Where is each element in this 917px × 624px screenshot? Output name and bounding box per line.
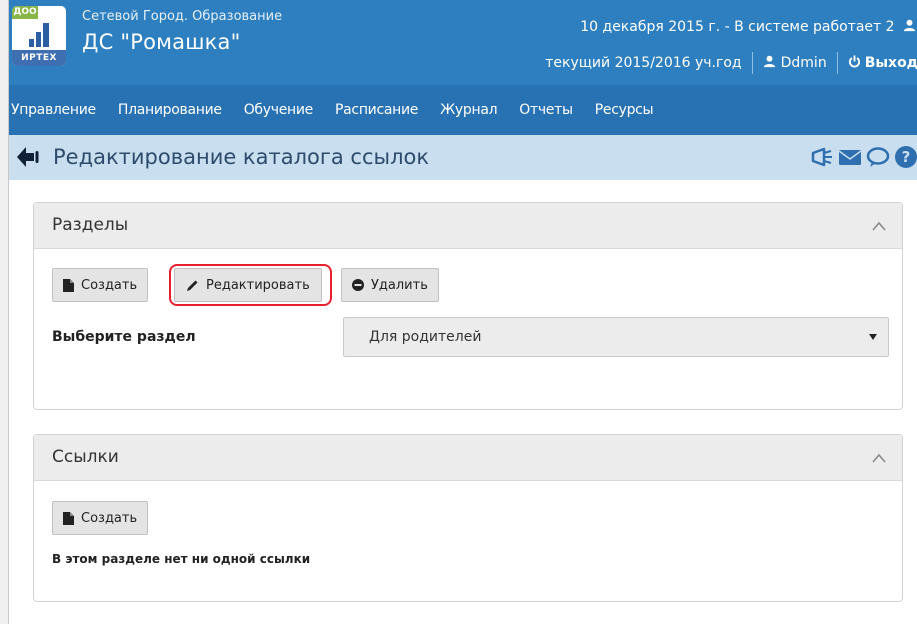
chevron-up-icon[interactable] bbox=[871, 219, 887, 233]
divider bbox=[836, 52, 838, 74]
create-section-button[interactable]: Создать bbox=[52, 268, 149, 302]
create-link-button[interactable]: Создать bbox=[52, 501, 149, 535]
sections-panel-header[interactable]: Разделы bbox=[34, 203, 902, 249]
section-select[interactable]: Для родителей bbox=[343, 317, 889, 357]
minus-circle-icon bbox=[352, 279, 364, 291]
logo-wordmark: ИРТЕХ bbox=[12, 50, 66, 66]
menu-item-learning[interactable]: Обучение bbox=[244, 102, 314, 118]
academic-year[interactable]: текущий 2015/2016 уч.год bbox=[545, 55, 741, 71]
svg-text:?: ? bbox=[902, 148, 911, 166]
user-link[interactable]: Ddmin bbox=[763, 55, 827, 71]
menu-item-management[interactable]: Управление bbox=[11, 102, 96, 118]
arrow-left-icon[interactable] bbox=[16, 146, 40, 168]
main-menu: Управление Планирование Обучение Расписа… bbox=[9, 85, 917, 135]
user-icon bbox=[763, 55, 775, 68]
links-panel-header[interactable]: Ссылки bbox=[34, 435, 902, 481]
chevron-up-icon[interactable] bbox=[871, 451, 887, 465]
envelope-icon[interactable] bbox=[838, 145, 862, 169]
caret-down-icon bbox=[869, 334, 877, 340]
page-titlebar: Редактирование каталога ссылок ? bbox=[9, 135, 917, 180]
app-header: ДОО ИРТЕХ Сетевой Город. Образование ДС … bbox=[9, 0, 917, 85]
page-title: Редактирование каталога ссылок bbox=[53, 145, 430, 169]
file-icon bbox=[63, 511, 74, 525]
date-status-text: 10 декабря 2015 г. - В системе работает … bbox=[580, 19, 895, 35]
links-panel-title: Ссылки bbox=[52, 447, 119, 467]
sections-panel-title: Разделы bbox=[52, 215, 129, 235]
titlebar-actions: ? bbox=[810, 145, 917, 169]
logout-link[interactable]: Выход bbox=[848, 55, 917, 71]
user-bar: текущий 2015/2016 уч.год Ddmin Выход bbox=[545, 52, 917, 74]
menu-item-schedule[interactable]: Расписание bbox=[335, 102, 418, 118]
chat-icon[interactable] bbox=[866, 145, 890, 169]
links-panel: Ссылки Создать В этом разделе нет ни одн… bbox=[33, 434, 903, 602]
menu-item-journal[interactable]: Журнал bbox=[440, 102, 497, 118]
page-frame: ДОО ИРТЕХ Сетевой Город. Образование ДС … bbox=[8, 0, 917, 624]
edit-button-highlight bbox=[169, 264, 332, 306]
empty-links-message: В этом разделе нет ни одной ссылки bbox=[52, 552, 311, 566]
create-section-label: Создать bbox=[81, 277, 138, 293]
help-icon[interactable]: ? bbox=[894, 145, 917, 169]
user-name: Ddmin bbox=[780, 55, 827, 71]
user-icon bbox=[903, 19, 916, 32]
menu-item-resources[interactable]: Ресурсы bbox=[595, 102, 654, 118]
system-name: Сетевой Город. Образование bbox=[82, 9, 283, 24]
sections-panel: Разделы Создать Редактировать Удалить Вы… bbox=[33, 202, 903, 410]
power-icon bbox=[848, 55, 860, 68]
divider bbox=[751, 52, 753, 74]
delete-section-label: Удалить bbox=[371, 277, 428, 293]
logo-bars-icon bbox=[29, 23, 53, 47]
section-select-value: Для родителей bbox=[369, 329, 482, 345]
menu-item-reports[interactable]: Отчеты bbox=[519, 102, 573, 118]
menu-item-planning[interactable]: Планирование bbox=[118, 102, 222, 118]
date-status: 10 декабря 2015 г. - В системе работает … bbox=[580, 19, 916, 35]
logout-label: Выход bbox=[864, 55, 917, 71]
delete-section-button[interactable]: Удалить bbox=[341, 268, 439, 302]
create-link-label: Создать bbox=[81, 510, 138, 526]
logo-badge: ДОО bbox=[12, 6, 38, 19]
megaphone-icon[interactable] bbox=[810, 145, 834, 169]
file-icon bbox=[63, 278, 74, 292]
app-logo[interactable]: ДОО ИРТЕХ bbox=[12, 6, 66, 66]
school-name: ДС "Ромашка" bbox=[82, 30, 241, 54]
select-section-label: Выберите раздел bbox=[52, 329, 196, 345]
